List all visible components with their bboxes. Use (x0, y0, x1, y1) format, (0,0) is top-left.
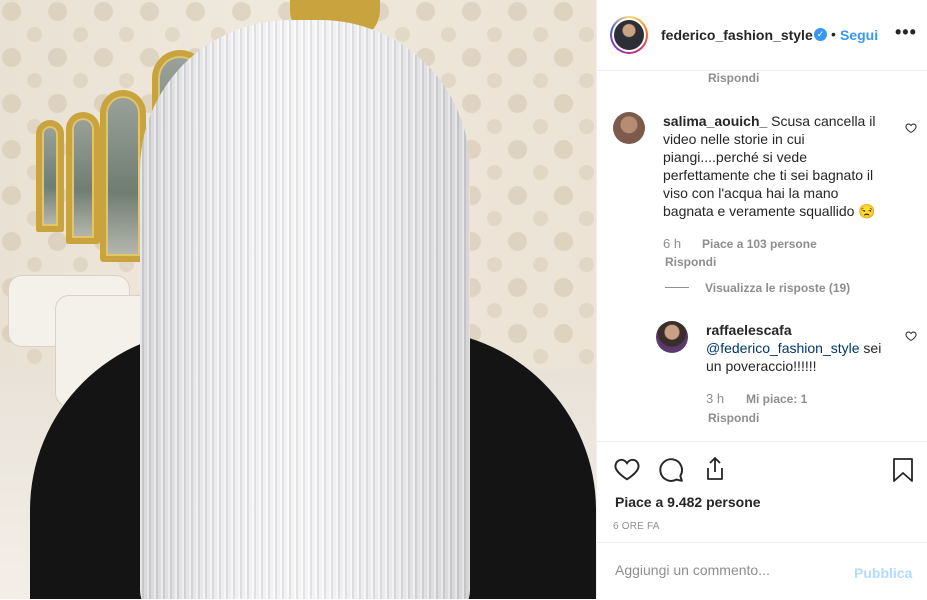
verified-badge-icon: ✓ (814, 28, 827, 41)
author-avatar-image (614, 20, 644, 50)
reply-button[interactable]: Rispondi (708, 411, 759, 425)
more-options-icon[interactable]: ••• (895, 22, 917, 43)
header-separator: • (831, 26, 836, 42)
comments-list[interactable]: Rispondi salima_aouich_ Scusa cancella i… (597, 71, 927, 441)
comment-likes[interactable]: Mi piace: 1 (746, 392, 807, 406)
heart-icon[interactable] (614, 457, 640, 481)
comment-username[interactable]: raffaelescafa (706, 322, 792, 338)
salon-mirror (66, 112, 100, 244)
post-actions: Piace a 9.482 persone 6 ORE FA (597, 441, 927, 541)
salon-mirror (36, 120, 64, 232)
commenter-avatar[interactable] (656, 321, 688, 353)
post-photo[interactable] (0, 0, 596, 599)
comment-icon[interactable] (658, 457, 684, 483)
reply-button[interactable]: Rispondi (665, 255, 716, 269)
comment-mention[interactable]: @federico_fashion_style (706, 340, 860, 356)
thread-line (665, 287, 689, 288)
comment-likes[interactable]: Piace a 103 persone (702, 237, 817, 251)
publish-button[interactable]: Pubblica (854, 565, 912, 581)
follow-button[interactable]: Segui (840, 27, 878, 43)
platinum-hair (140, 20, 470, 599)
view-replies-button[interactable]: Visualizza le risposte (19) (705, 281, 850, 295)
comment-like-heart-icon[interactable] (905, 330, 917, 342)
add-comment-bar: Pubblica (597, 542, 927, 600)
post-details-panel: federico_fashion_style ✓ • Segui ••• Ris… (596, 0, 927, 599)
commenter-avatar[interactable] (613, 112, 645, 144)
bookmark-icon[interactable] (892, 457, 914, 483)
reply-button[interactable]: Rispondi (708, 71, 759, 85)
post-header: federico_fashion_style ✓ • Segui ••• (597, 0, 927, 71)
comment-like-heart-icon[interactable] (905, 122, 917, 134)
comment-body: raffaelescafa @federico_fashion_style se… (706, 321, 891, 375)
likes-count[interactable]: Piace a 9.482 persone (615, 494, 761, 510)
comment-time: 3 h (706, 391, 725, 406)
author-username[interactable]: federico_fashion_style (661, 27, 813, 43)
add-comment-input[interactable] (613, 561, 837, 579)
comment-body: salima_aouich_ Scusa cancella il video n… (663, 112, 883, 220)
post-timestamp: 6 ORE FA (613, 521, 660, 532)
comment-username[interactable]: salima_aouich_ (663, 113, 767, 129)
share-icon[interactable] (703, 456, 727, 482)
comment-time: 6 h (663, 236, 682, 251)
author-avatar[interactable] (610, 16, 648, 54)
